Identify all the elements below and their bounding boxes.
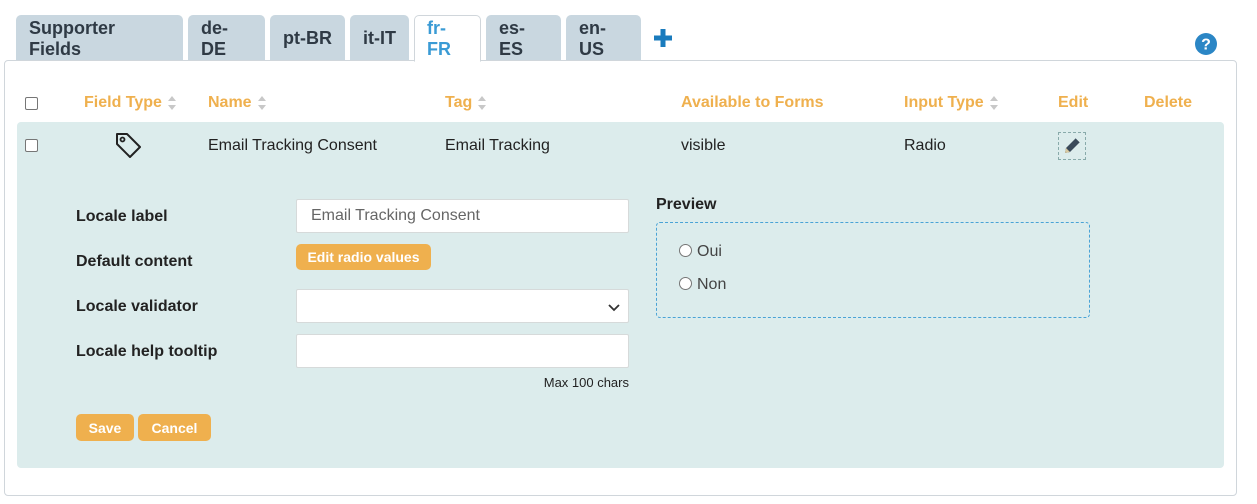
sort-icon — [989, 96, 998, 110]
tab-es-es[interactable]: es-ES — [486, 15, 561, 61]
locale-validator-label: Locale validator — [76, 298, 198, 315]
sort-icon — [478, 96, 487, 110]
edit-radio-values-button[interactable]: Edit radio values — [296, 244, 431, 270]
preview-box: Oui Non — [656, 222, 1090, 318]
select-all-checkbox[interactable] — [25, 97, 38, 110]
header-delete: Delete — [1144, 94, 1193, 111]
tab-de-de[interactable]: de-DE — [188, 15, 265, 61]
header-field-type[interactable]: Field Type — [84, 89, 177, 117]
plus-icon — [654, 29, 672, 47]
locale-label-input[interactable] — [296, 199, 629, 233]
radio-circle-icon — [679, 276, 692, 290]
locale-validator-select[interactable] — [296, 289, 629, 323]
help-icon[interactable]: ? — [1194, 32, 1218, 56]
row-input-type: Radio — [904, 137, 946, 154]
tab-en-us[interactable]: en-US — [566, 15, 641, 61]
row-available-to-forms: visible — [681, 137, 726, 154]
add-locale-button[interactable] — [646, 15, 680, 61]
cancel-button[interactable]: Cancel — [138, 414, 211, 441]
preview-radio-oui[interactable]: Oui — [679, 243, 722, 261]
locale-help-tooltip-label: Locale help tooltip — [76, 343, 218, 360]
tab-fr-fr[interactable]: fr-FR — [414, 15, 481, 62]
tab-supporter-fields[interactable]: Supporter Fields — [16, 15, 183, 61]
row-tag: Email Tracking — [445, 137, 550, 154]
tag-icon — [116, 133, 141, 158]
header-name[interactable]: Name — [208, 89, 267, 117]
save-button[interactable]: Save — [76, 414, 134, 441]
sort-icon — [257, 96, 266, 110]
table-header: Field Type Name Tag Available to Forms I… — [5, 89, 1236, 117]
fields-panel: Field Type Name Tag Available to Forms I… — [4, 60, 1237, 496]
locale-tabs: Supporter Fields de-DE pt-BR it-IT fr-FR… — [16, 15, 680, 62]
svg-text:?: ? — [1201, 37, 1211, 54]
header-tag[interactable]: Tag — [445, 89, 487, 117]
edit-button[interactable] — [1058, 132, 1086, 160]
header-edit: Edit — [1058, 94, 1089, 111]
max-chars-hint: Max 100 chars — [543, 375, 629, 390]
pencil-icon — [1065, 137, 1081, 153]
preview-radio-non[interactable]: Non — [679, 276, 726, 294]
tab-pt-br[interactable]: pt-BR — [270, 15, 345, 61]
chevron-down-icon — [608, 304, 620, 312]
tab-it-it[interactable]: it-IT — [350, 15, 409, 61]
table-row: Email Tracking Consent Email Tracking vi… — [17, 122, 1224, 468]
header-input-type[interactable]: Input Type — [904, 89, 999, 117]
locale-help-tooltip-input[interactable] — [296, 334, 629, 368]
radio-circle-icon — [679, 243, 692, 257]
locale-label-label: Locale label — [76, 208, 168, 225]
header-available-to-forms: Available to Forms — [681, 94, 824, 111]
preview-title: Preview — [656, 196, 717, 213]
default-content-label: Default content — [76, 253, 193, 270]
sort-icon — [167, 96, 176, 110]
row-checkbox[interactable] — [25, 139, 38, 152]
row-name: Email Tracking Consent — [208, 137, 377, 154]
